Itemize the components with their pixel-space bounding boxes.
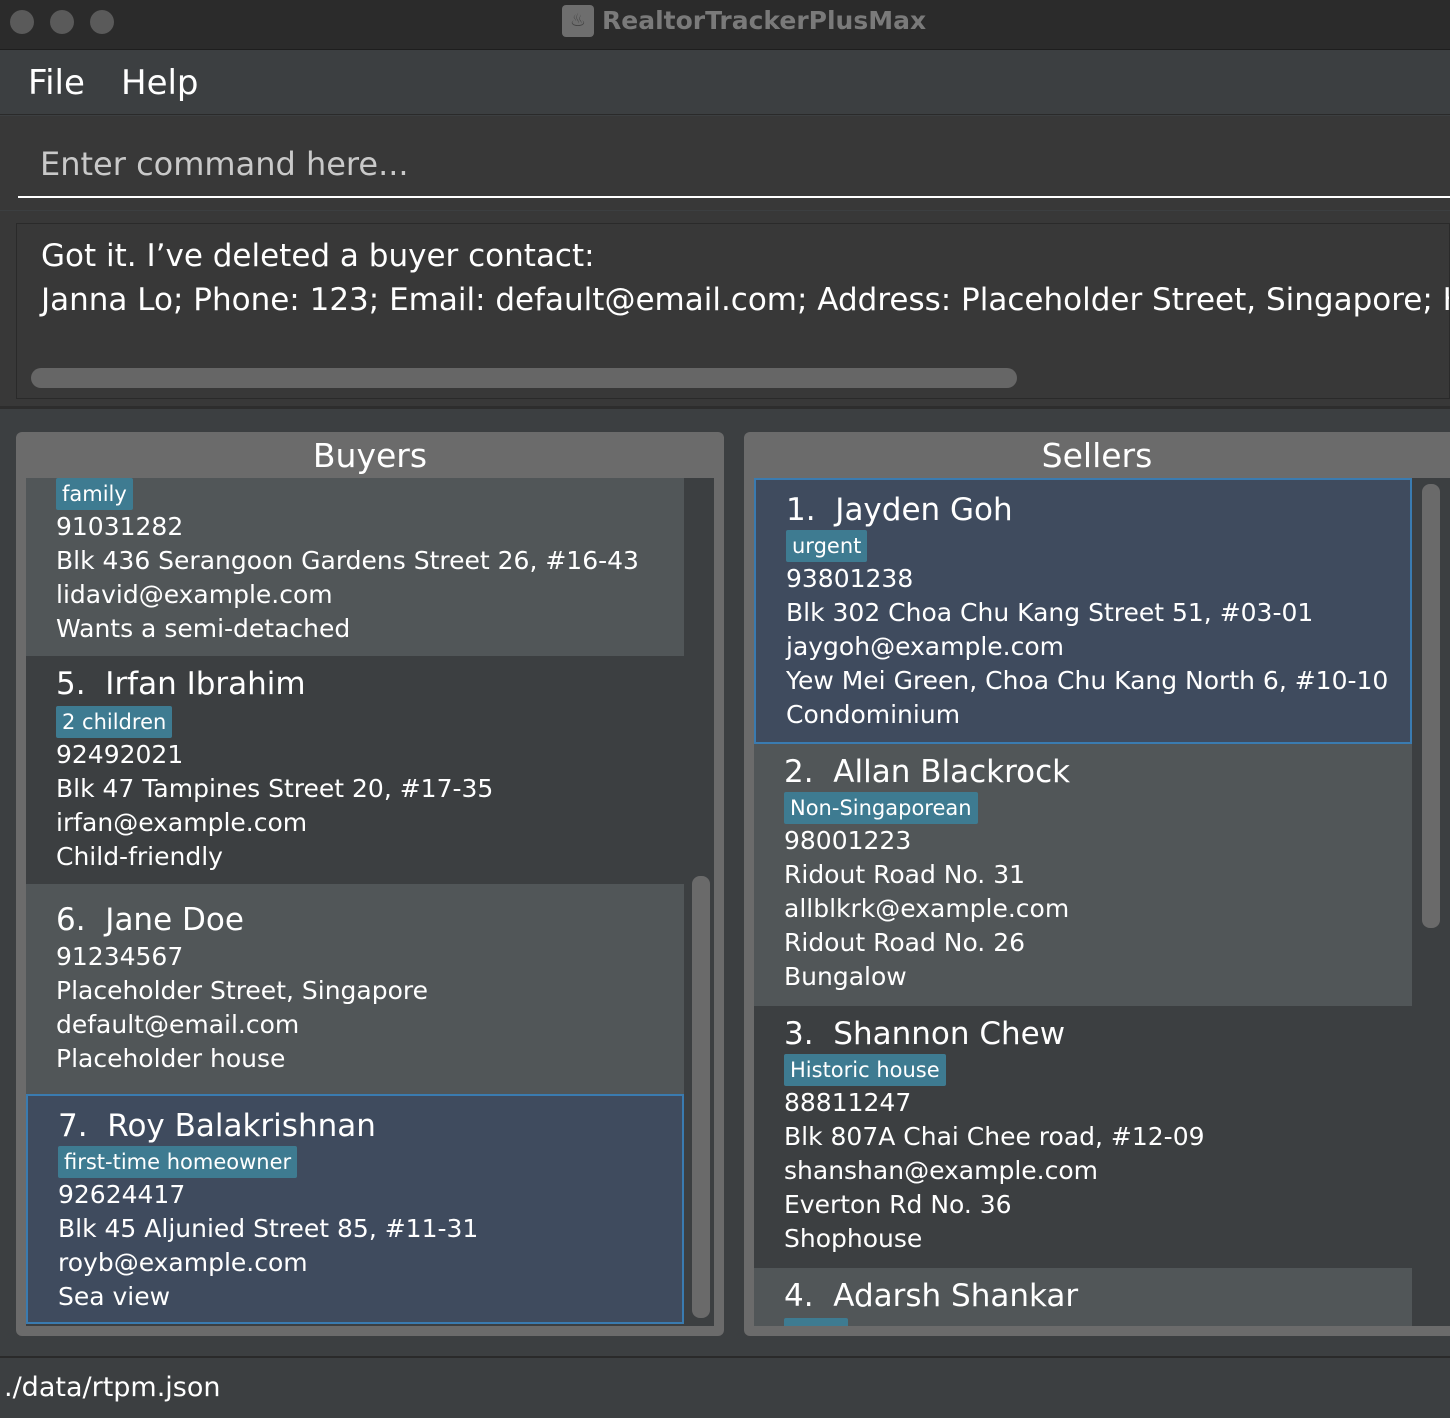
result-message-line-2: Janna Lo; Phone: 123; Email: default@ema… xyxy=(41,282,1450,318)
seller-email: allblkrk@example.com xyxy=(784,894,1070,923)
seller-house-type: Shophouse xyxy=(784,1224,923,1253)
seller-index: 3. xyxy=(784,1016,814,1052)
seller-address: Ridout Road No. 31 xyxy=(784,860,1026,889)
minimize-window-button[interactable] xyxy=(50,10,74,34)
seller-tag: Non-Singaporean xyxy=(784,792,978,824)
buyer-note: Placeholder house xyxy=(56,1044,286,1073)
sellers-scrollbar-track[interactable] xyxy=(1412,478,1450,1326)
seller-house-type: Bungalow xyxy=(784,962,907,991)
seller-house-address: Ridout Road No. 26 xyxy=(784,928,1026,957)
sellers-list[interactable]: 1. Jayden Goh urgent 93801238 Blk 302 Ch… xyxy=(754,478,1450,1326)
buyer-email: royb@example.com xyxy=(58,1248,308,1277)
seller-card[interactable]: 3. Shannon Chew Historic house 88811247 … xyxy=(754,1006,1412,1268)
seller-name: Allan Blackrock xyxy=(833,754,1071,790)
buyer-tag: family xyxy=(56,478,133,510)
buyers-panel-title: Buyers xyxy=(312,436,428,475)
seller-address: Blk 302 Choa Chu Kang Street 51, #03-01 xyxy=(786,598,1314,627)
zoom-window-button[interactable] xyxy=(90,10,114,34)
seller-card[interactable]: 2. Allan Blackrock Non-Singaporean 98001… xyxy=(754,744,1412,1006)
result-display: Got it. I’ve deleted a buyer contact: Ja… xyxy=(16,223,1450,399)
buyer-email: irfan@example.com xyxy=(56,808,308,837)
buyer-tag: first-time homeowner xyxy=(58,1146,298,1178)
sellers-panel-title: Sellers xyxy=(1041,436,1153,475)
buyer-index: 6. xyxy=(56,902,86,938)
seller-tag: Historic house xyxy=(784,1054,946,1086)
buyer-phone: 91234567 xyxy=(56,942,184,971)
buyer-email: lidavid@example.com xyxy=(56,580,333,609)
data-file-path: ./data/rtpm.json xyxy=(4,1372,221,1403)
buyer-phone: 91031282 xyxy=(56,512,184,541)
app-icon: ♨ xyxy=(562,5,594,37)
buyer-email: default@email.com xyxy=(56,1010,300,1039)
buyer-card[interactable]: 6. Jane Doe 91234567 Placeholder Street,… xyxy=(26,884,684,1094)
menu-help[interactable]: Help xyxy=(121,63,199,103)
buyer-tag: 2 children xyxy=(56,706,173,738)
buyer-phone: 92624417 xyxy=(58,1180,186,1209)
buyer-address: Blk 436 Serangoon Gardens Street 26, #16… xyxy=(56,546,639,575)
buyer-address: Blk 47 Tampines Street 20, #17-35 xyxy=(56,774,494,803)
buyer-address: Placeholder Street, Singapore xyxy=(56,976,429,1005)
seller-card-partial[interactable]: 4. Adarsh Shankar xyxy=(754,1268,1412,1326)
seller-house-address: Everton Rd No. 36 xyxy=(784,1190,1012,1219)
command-input[interactable] xyxy=(18,132,1450,198)
seller-index: 1. xyxy=(786,492,816,528)
buyer-note: Sea view xyxy=(58,1282,171,1311)
close-window-button[interactable] xyxy=(10,10,34,34)
status-bar: ./data/rtpm.json xyxy=(0,1356,1450,1418)
result-horizontal-scrollbar[interactable] xyxy=(31,368,1017,388)
buyers-scrollbar-thumb[interactable] xyxy=(692,876,710,1318)
buyers-panel: Buyers family 91031282 Blk 436 Serangoon… xyxy=(16,432,724,1336)
seller-name: Shannon Chew xyxy=(833,1016,1066,1052)
seller-name: Jayden Goh xyxy=(835,492,1013,528)
result-message-line-1: Got it. I’ve deleted a buyer contact: xyxy=(41,238,595,274)
buyers-scrollbar-track[interactable] xyxy=(690,478,714,1326)
seller-address: Blk 807A Chai Chee road, #12-09 xyxy=(784,1122,1205,1151)
result-display-area: Got it. I’ve deleted a buyer contact: Ja… xyxy=(0,211,1450,409)
window-title: RealtorTrackerPlusMax xyxy=(602,6,927,35)
title-bar: ♨ RealtorTrackerPlusMax xyxy=(0,0,1450,50)
buyer-card[interactable]: 5. Irfan Ibrahim 2 children 92492021 Blk… xyxy=(26,656,684,884)
buyer-index: 7. xyxy=(58,1108,88,1144)
seller-email: jaygoh@example.com xyxy=(786,632,1065,661)
seller-phone: 98001223 xyxy=(784,826,912,855)
seller-house-address: Yew Mei Green, Choa Chu Kang North 6, #1… xyxy=(786,666,1389,695)
seller-index: 4. xyxy=(784,1278,814,1314)
seller-phone: 88811247 xyxy=(784,1088,912,1117)
command-box xyxy=(0,116,1450,210)
sellers-scrollbar-thumb[interactable] xyxy=(1422,484,1440,928)
buyer-note: Child-friendly xyxy=(56,842,223,871)
buyer-index: 5. xyxy=(56,666,86,702)
seller-index: 2. xyxy=(784,754,814,790)
buyer-phone: 92492021 xyxy=(56,740,184,769)
buyer-name: Roy Balakrishnan xyxy=(107,1108,376,1144)
buyer-name: Jane Doe xyxy=(105,902,244,938)
seller-email: shanshan@example.com xyxy=(784,1156,1099,1185)
buyer-note: Wants a semi-detached xyxy=(56,614,351,643)
seller-tag: urgent xyxy=(786,530,868,562)
buyers-list[interactable]: family 91031282 Blk 436 Serangoon Garden… xyxy=(26,478,714,1326)
menu-file[interactable]: File xyxy=(28,63,85,103)
seller-house-type: Condominium xyxy=(786,700,961,729)
buyer-name: Irfan Ibrahim xyxy=(105,666,306,702)
seller-tag xyxy=(784,1318,848,1326)
menu-bar: File Help xyxy=(0,51,1450,115)
seller-phone: 93801238 xyxy=(786,564,914,593)
seller-name: Adarsh Shankar xyxy=(833,1278,1079,1314)
buyer-address: Blk 45 Aljunied Street 85, #11-31 xyxy=(58,1214,479,1243)
seller-card-selected[interactable]: 1. Jayden Goh urgent 93801238 Blk 302 Ch… xyxy=(754,478,1412,744)
buyer-card-partial[interactable]: family 91031282 Blk 436 Serangoon Garden… xyxy=(26,478,684,656)
sellers-panel: Sellers 1. Jayden Goh urgent 93801238 Bl… xyxy=(744,432,1450,1336)
buyer-card-selected[interactable]: 7. Roy Balakrishnan first-time homeowner… xyxy=(26,1094,684,1324)
